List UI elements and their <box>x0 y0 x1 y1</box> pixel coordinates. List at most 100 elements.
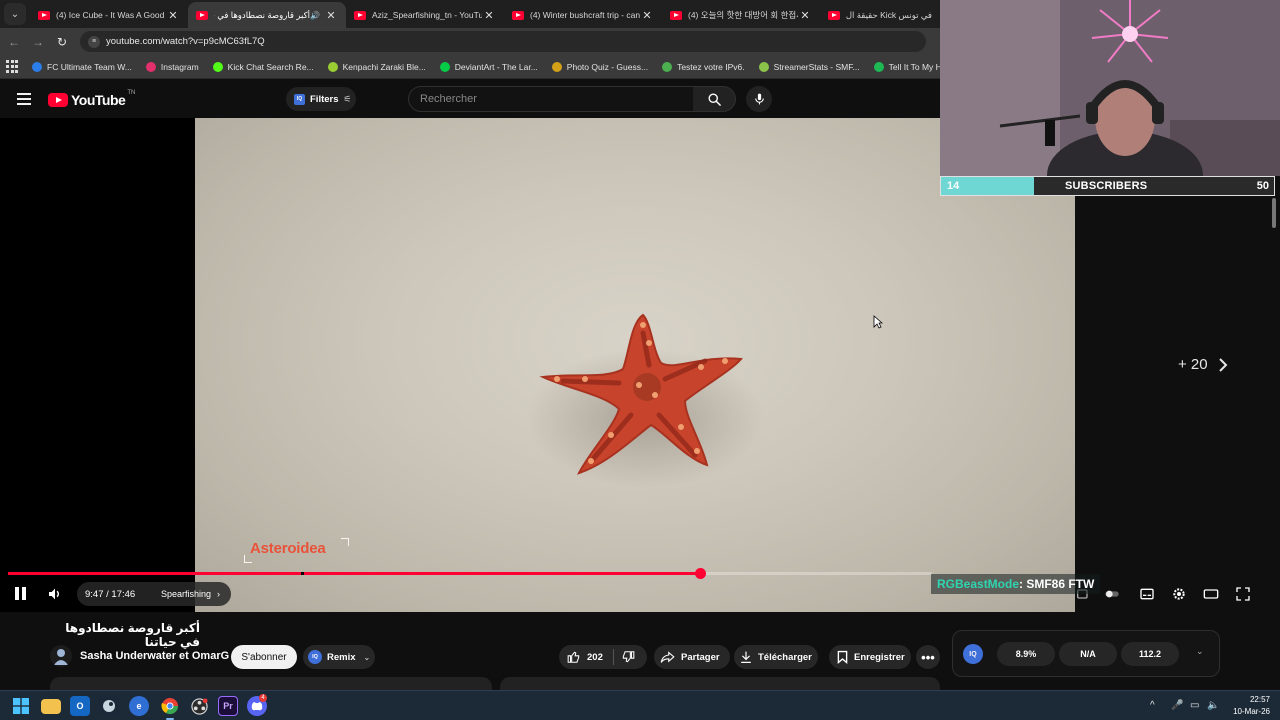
clock-time: 22:57 <box>1249 695 1270 704</box>
bookmark-label: Kenpachi Zaraki Ble... <box>342 61 426 72</box>
thumbs-up-icon[interactable] <box>567 650 581 664</box>
scrollbar-thumb[interactable] <box>1272 198 1276 228</box>
skip-forward-button[interactable]: + 20 <box>1178 356 1228 373</box>
tab-audio-icon[interactable]: 🔊 <box>310 11 320 20</box>
youtube-favicon-icon <box>828 10 840 20</box>
notification-badge: 4 <box>259 694 267 702</box>
subscribe-button[interactable]: S'abonner <box>231 645 297 669</box>
iq-extension-icon[interactable]: IQ <box>963 644 983 664</box>
browser-tab-active[interactable]: أكبر قاروصة نصطادوها في حياتنا 🔊 ✕ <box>188 2 346 28</box>
bookmark-favicon-icon <box>327 61 338 72</box>
bookmark-item[interactable]: Kenpachi Zaraki Ble... <box>327 61 426 72</box>
bookmark-item[interactable]: Testez votre IPv6. <box>662 61 745 72</box>
thumbs-down-icon[interactable] <box>621 650 635 664</box>
youtube-logo[interactable]: YouTube TN <box>48 90 136 108</box>
pause-button[interactable] <box>15 587 27 600</box>
tab-close-icon[interactable]: ✕ <box>640 9 654 22</box>
iq-extension-icon: IQ <box>308 650 322 664</box>
chevron-down-icon[interactable]: ⌄ <box>1196 646 1204 657</box>
bookmark-icon <box>837 650 848 664</box>
file-explorer-icon[interactable] <box>41 699 61 714</box>
back-arrow-icon[interactable]: ← <box>2 35 26 49</box>
scrubber-handle[interactable] <box>695 568 707 579</box>
iq-extension-icon: IQ <box>294 93 305 105</box>
browser-tab[interactable]: (4) Winter bushcraft trip - canvas ✕ <box>504 2 662 28</box>
share-button[interactable]: Partager <box>654 645 730 669</box>
chat-username: RGBeastMode <box>937 577 1020 591</box>
browser-tab[interactable]: في تونس Kick حقيقة ال - (4) <box>820 2 940 28</box>
edge-browser-icon[interactable]: e <box>129 696 149 716</box>
time-display: 9:47 / 17:46 <box>85 588 136 600</box>
channel-avatar[interactable] <box>50 645 72 667</box>
browser-tab[interactable]: (4) 오늘의 핫한 대방어 회 한접시 ✕ <box>662 2 820 28</box>
url-field[interactable]: ≡ youtube.com/watch?v=p9cMC63fL7Q <box>80 31 926 52</box>
bookmark-item[interactable]: FC Ultimate Team W... <box>32 61 132 72</box>
chrome-icon[interactable] <box>160 696 180 716</box>
country-code: TN <box>127 90 136 96</box>
bookmark-item[interactable]: DeviantArt - The Lar... <box>439 61 538 72</box>
bookmark-item[interactable]: Instagram <box>145 61 199 72</box>
tray-overflow-chevron-icon[interactable]: ^ <box>1150 700 1155 711</box>
windows-start-icon[interactable] <box>11 696 31 716</box>
steam-icon[interactable] <box>99 696 119 716</box>
bookmark-favicon-icon <box>145 61 156 72</box>
voice-search-button[interactable] <box>746 86 772 112</box>
menu-icon[interactable] <box>17 93 31 108</box>
save-button[interactable]: Enregistrer <box>829 645 911 669</box>
bookmark-item[interactable]: Photo Quiz - Guess... <box>551 61 648 72</box>
tab-close-icon[interactable]: ✕ <box>324 9 338 22</box>
address-bar-row: ← → ↻ ≡ youtube.com/watch?v=p9cMC63fL7Q <box>0 28 940 55</box>
overlay-bracket <box>341 538 349 546</box>
clock-date: 10-Mar-26 <box>1233 707 1270 716</box>
system-clock[interactable]: 22:57 10-Mar-26 <box>1228 694 1270 718</box>
tab-close-icon[interactable]: ✕ <box>798 9 812 22</box>
chapter-label[interactable]: Spearfishing <box>153 589 211 599</box>
filters-button[interactable]: IQ Filters ⚟ <box>286 87 356 111</box>
tab-title: (4) Winter bushcraft trip - canvas <box>530 10 640 20</box>
tab-close-icon[interactable]: ✕ <box>166 9 180 22</box>
search-input[interactable]: Rechercher <box>408 86 694 112</box>
like-count[interactable]: 202 <box>587 652 603 663</box>
bookmark-favicon-icon <box>551 61 562 72</box>
bookmark-item[interactable]: Kick Chat Search Re... <box>212 61 314 72</box>
save-label: Enregistrer <box>854 651 905 663</box>
tab-search-button[interactable]: ⌄ <box>4 3 26 25</box>
bookmark-item[interactable]: StreamerStats - SMF... <box>758 61 860 72</box>
site-info-icon[interactable]: ≡ <box>88 35 100 48</box>
microphone-tray-icon[interactable]: 🎤 <box>1171 700 1183 711</box>
browser-tab[interactable]: (4) Ice Cube - It Was A Good Day ✕ <box>30 2 188 28</box>
time-chapter-pill[interactable]: 9:47 / 17:46 Spearfishing › <box>77 582 231 606</box>
progress-bar[interactable] <box>8 568 932 579</box>
description-box[interactable] <box>50 677 492 690</box>
iq-stats-panel: IQ 8.9% N/A 112.2 ⌄ <box>952 630 1220 677</box>
outlook-icon[interactable]: O <box>70 696 90 716</box>
chapter-marker <box>301 572 304 575</box>
network-icon[interactable]: ▭ <box>1190 700 1199 711</box>
volume-icon[interactable] <box>47 586 63 602</box>
theater-mode-icon[interactable] <box>1203 586 1219 602</box>
obs-recording-icon[interactable] <box>189 696 209 716</box>
tab-title: Aziz_Spearfishing_tn - YouTube <box>372 10 482 20</box>
forward-arrow-icon[interactable]: → <box>26 35 50 49</box>
volume-tray-icon[interactable]: 🔈 <box>1207 700 1219 711</box>
tab-close-icon[interactable]: ✕ <box>482 9 496 22</box>
chevron-right-icon: › <box>217 589 221 599</box>
settings-gear-icon[interactable] <box>1171 586 1187 602</box>
apps-grid-icon[interactable] <box>6 59 18 74</box>
browser-tab[interactable]: Aziz_Spearfishing_tn - YouTube ✕ <box>346 2 504 28</box>
bookmark-favicon-icon <box>662 61 673 72</box>
premiere-pro-icon[interactable]: Pr <box>218 696 238 716</box>
remix-button[interactable]: IQ Remix ⌄ <box>303 645 375 669</box>
youtube-play-logo-icon <box>48 93 68 107</box>
download-button[interactable]: Télécharger <box>734 645 818 669</box>
chevron-down-icon[interactable]: ⌄ <box>364 653 371 662</box>
channel-name[interactable]: Sasha Underwater et OmarG <box>80 650 229 662</box>
subtitles-icon[interactable] <box>1139 586 1155 602</box>
comments-preview-box[interactable] <box>500 677 940 690</box>
fullscreen-icon[interactable] <box>1235 586 1251 602</box>
reload-icon[interactable]: ↻ <box>50 35 74 49</box>
autoplay-toggle-icon[interactable] <box>1104 586 1120 602</box>
more-actions-button[interactable]: ••• <box>916 645 940 669</box>
bookmark-favicon-icon <box>439 61 450 72</box>
search-button[interactable] <box>693 86 736 112</box>
